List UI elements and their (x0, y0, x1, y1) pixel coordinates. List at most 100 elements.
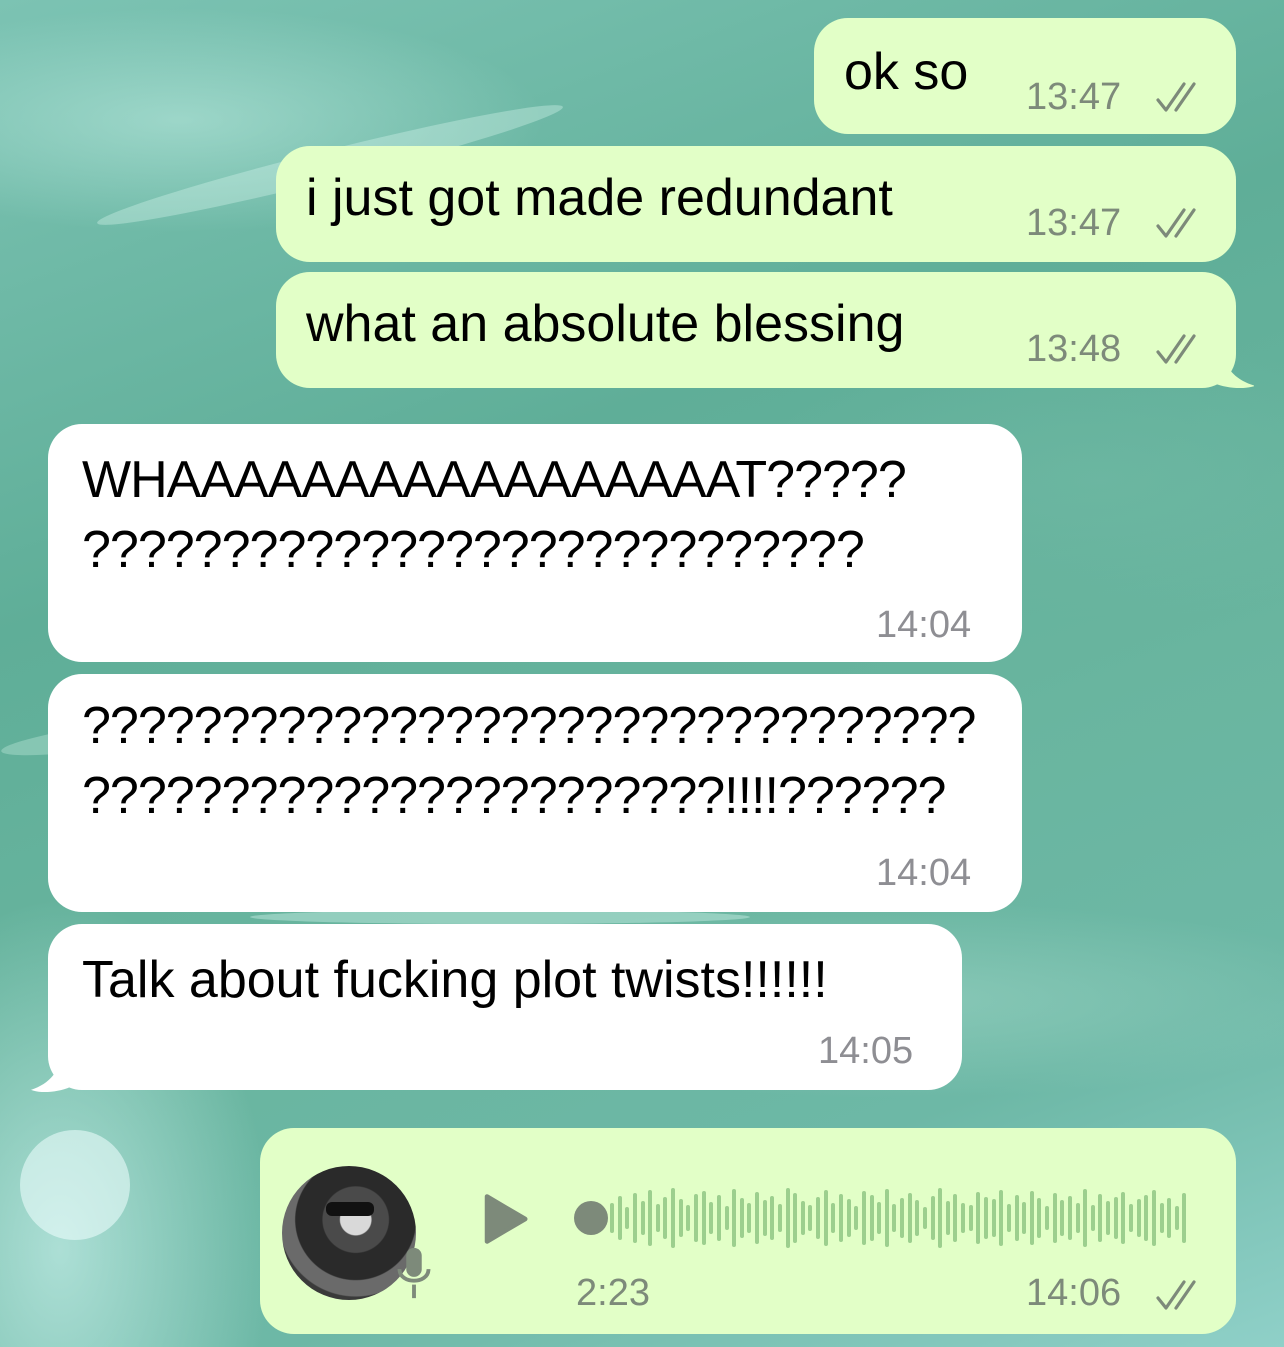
read-receipt-icon (1156, 82, 1196, 112)
message-timestamp: 13:48 (1026, 328, 1122, 370)
background-streak (250, 910, 750, 924)
waveform-bar (999, 1190, 1004, 1246)
waveform-bar (930, 1196, 935, 1240)
waveform-bar (938, 1188, 943, 1248)
waveform-bar (983, 1197, 988, 1239)
waveform-bar (693, 1194, 698, 1242)
incoming-message-bubble[interactable]: Talk about fucking plot twists!!!!!! 14:… (48, 924, 962, 1090)
waveform-bar (1090, 1205, 1095, 1231)
waveform-bar (1014, 1195, 1019, 1241)
waveform-bar (1037, 1198, 1042, 1238)
incoming-message-bubble[interactable]: ???????????????????????????????? ???????… (48, 674, 1022, 912)
waveform-bar (991, 1199, 996, 1237)
waveform-bar (1113, 1197, 1118, 1239)
waveform-bar (625, 1207, 630, 1229)
message-text-line: WHAAAAAAAAAAAAAAAAAT????? (82, 451, 907, 509)
read-receipt-icon (1156, 1280, 1196, 1310)
waveform-bar (716, 1195, 721, 1241)
waveform-bar (915, 1200, 920, 1236)
waveform-bar (648, 1190, 653, 1246)
waveform-bar (900, 1198, 904, 1238)
voice-message-bubble[interactable]: 2:23 14:06 (260, 1128, 1236, 1334)
waveform-bar (632, 1193, 637, 1243)
waveform-bar (701, 1191, 706, 1245)
waveform-bar (1144, 1195, 1149, 1241)
waveform-bar (785, 1188, 790, 1248)
waveform-bar (1083, 1189, 1088, 1247)
outgoing-message-bubble[interactable]: ok so 13:47 (814, 18, 1236, 134)
waveform-bar (1045, 1206, 1049, 1230)
message-text-line: ???????????????????????????? (82, 521, 865, 579)
waveform-bar (884, 1189, 889, 1247)
avatar-sunglasses (326, 1202, 374, 1216)
waveform-bar (961, 1203, 966, 1233)
waveform-bar (831, 1203, 836, 1233)
waveform-bar (1106, 1201, 1111, 1235)
waveform-bar (823, 1190, 828, 1246)
waveform-bar (1075, 1203, 1080, 1233)
message-timestamp: 14:06 (1026, 1272, 1122, 1314)
waveform-bar (747, 1203, 752, 1233)
waveform-bar (793, 1193, 798, 1243)
message-timestamp: 14:04 (876, 852, 972, 894)
waveform-bar (732, 1189, 737, 1247)
message-text-line: ???????????????????????!!!!?????? (82, 767, 946, 825)
playback-position-dot[interactable] (574, 1201, 608, 1235)
message-text: ok so (844, 43, 969, 101)
waveform-bar (610, 1203, 614, 1233)
message-timestamp: 14:04 (876, 604, 972, 646)
waveform[interactable] (610, 1186, 1190, 1250)
waveform-bar (1167, 1198, 1172, 1238)
waveform-bar (953, 1194, 958, 1242)
waveform-bar (1136, 1199, 1141, 1237)
waveform-bar (1159, 1203, 1164, 1233)
waveform-bar (1067, 1196, 1072, 1240)
waveform-bar (816, 1197, 821, 1239)
waveform-bar (869, 1195, 874, 1241)
waveform-bar (678, 1199, 683, 1237)
waveform-bar (854, 1206, 859, 1230)
waveform-bar (1098, 1194, 1103, 1242)
waveform-bar (1052, 1193, 1057, 1243)
waveform-bar (777, 1204, 782, 1232)
waveform-bar (838, 1194, 843, 1242)
read-receipt-icon (1156, 334, 1196, 364)
message-timestamp: 14:05 (818, 1030, 914, 1072)
read-receipt-icon (1156, 208, 1196, 238)
waveform-bar (800, 1201, 805, 1235)
message-timestamp: 13:47 (1026, 202, 1122, 244)
waveform-bar (922, 1207, 927, 1229)
outgoing-message-bubble[interactable]: i just got made redundant 13:47 (276, 146, 1236, 262)
waveform-bar (709, 1202, 714, 1234)
outgoing-message-bubble[interactable]: what an absolute blessing 13:48 (276, 272, 1236, 388)
waveform-bar (976, 1192, 981, 1244)
message-text-line: ???????????????????????????????? (82, 697, 976, 755)
waveform-bar (945, 1201, 950, 1235)
waveform-bar (1128, 1204, 1133, 1232)
message-timestamp: 13:47 (1026, 76, 1122, 118)
waveform-bar (671, 1188, 676, 1248)
waveform-bar (663, 1197, 668, 1239)
waveform-bar (907, 1193, 912, 1243)
waveform-bar (968, 1205, 973, 1231)
waveform-bar (770, 1196, 775, 1240)
waveform-bar (655, 1204, 660, 1232)
message-text: what an absolute blessing (306, 295, 905, 353)
waveform-bar (739, 1198, 744, 1238)
waveform-bar (861, 1191, 866, 1245)
waveform-bar (1151, 1190, 1156, 1246)
incoming-message-bubble[interactable]: WHAAAAAAAAAAAAAAAAAT????? ??????????????… (48, 424, 1022, 662)
waveform-bar (724, 1206, 729, 1230)
microphone-icon (397, 1247, 431, 1299)
waveform-bar (808, 1205, 813, 1231)
message-text: Talk about fucking plot twists!!!!!! (82, 951, 828, 1009)
waveform-bar (1060, 1200, 1065, 1236)
play-icon[interactable] (482, 1192, 528, 1246)
background-streak (20, 1130, 130, 1240)
waveform-bar (762, 1200, 767, 1236)
waveform-bar (1006, 1204, 1011, 1232)
waveform-bar (1174, 1206, 1179, 1230)
waveform-bar (1182, 1193, 1187, 1243)
waveform-bar (1022, 1202, 1027, 1234)
waveform-bar (1121, 1192, 1126, 1244)
